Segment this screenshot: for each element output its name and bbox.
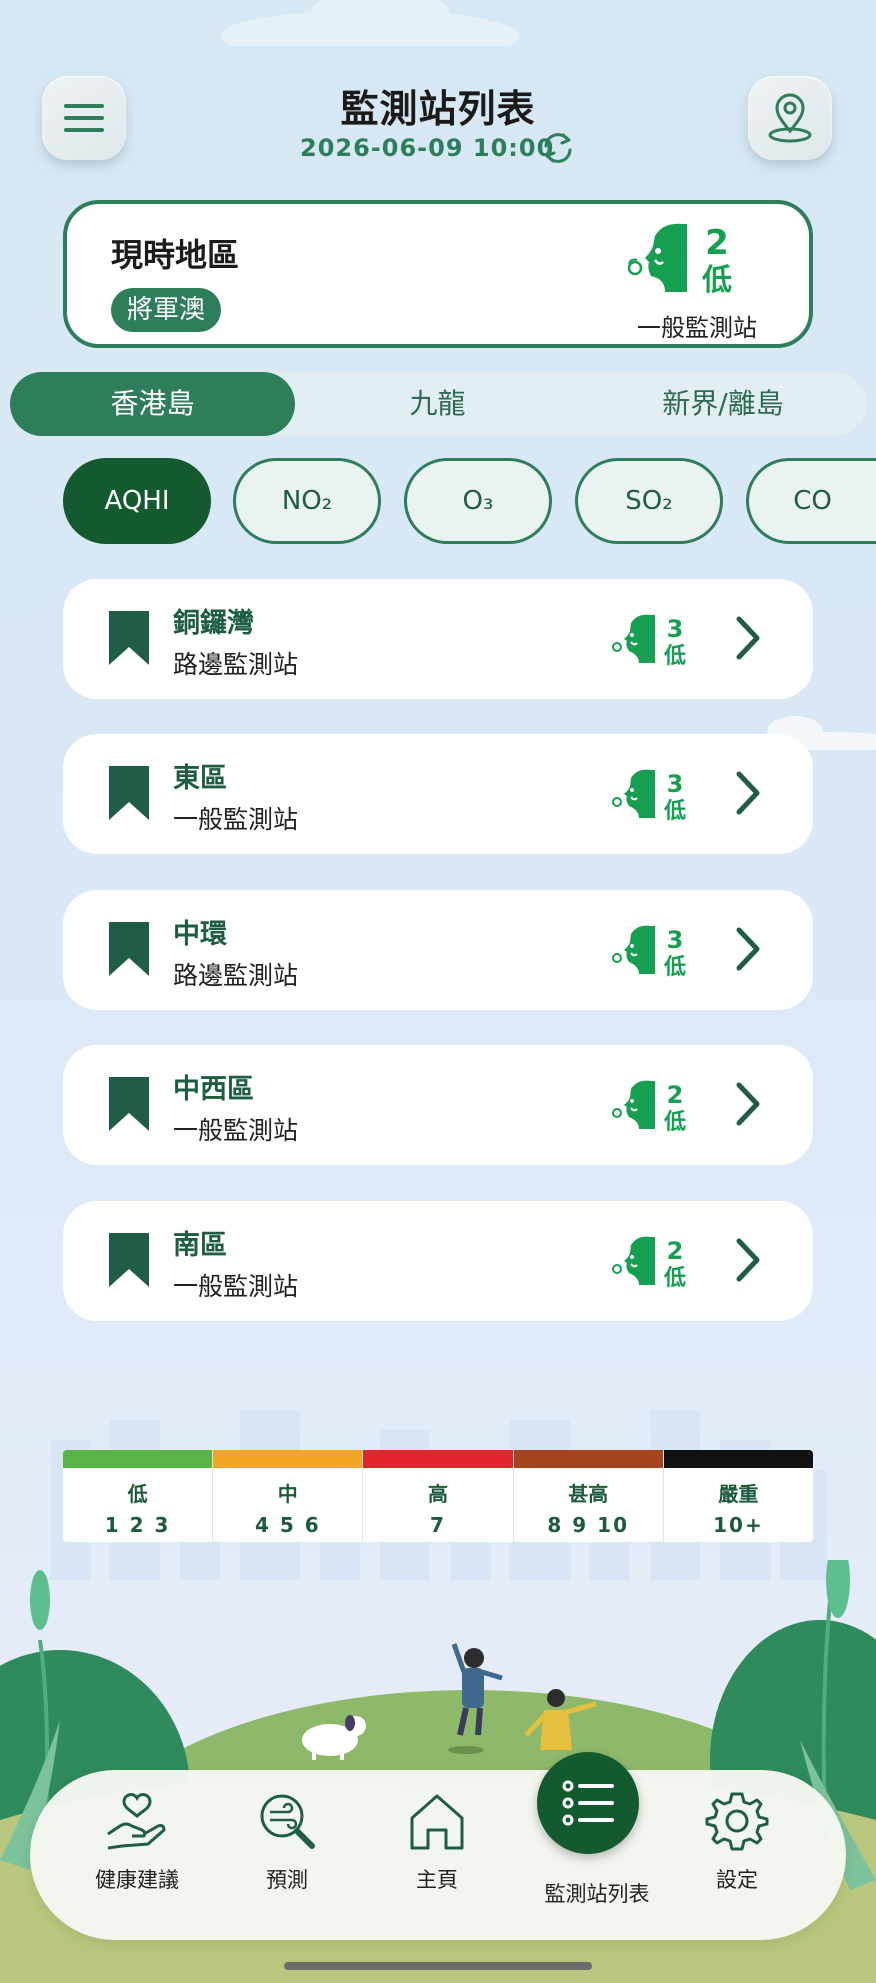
bookmark-icon[interactable]: [107, 920, 151, 978]
station-name: 中西區: [173, 1074, 254, 1105]
tab-kowloon[interactable]: 九龍: [295, 372, 580, 436]
station-name: 銅鑼灣: [173, 608, 254, 639]
chip-no2[interactable]: NO₂: [233, 458, 381, 544]
station-aqhi-level: 低: [663, 644, 686, 667]
chevron-right-icon[interactable]: [733, 615, 763, 661]
station-card[interactable]: 中西區 一般監測站 2 低: [63, 1045, 813, 1165]
district-chip: 將軍澳: [111, 288, 222, 332]
aqhi-face-icon: 2 低: [612, 1236, 686, 1289]
chevron-right-icon[interactable]: [733, 926, 763, 972]
station-aqhi-level: 低: [663, 799, 686, 822]
scale-serious: 嚴重 10+: [663, 1450, 813, 1542]
aqhi-value: 2: [705, 223, 729, 263]
forecast-search-icon: [260, 1794, 315, 1849]
current-area-card[interactable]: 現時地區 將軍澳 2 低 一般監測站: [63, 200, 813, 348]
aqhi-face-icon: 3 低: [612, 614, 686, 667]
station-aqhi-value: 3: [667, 615, 684, 643]
station-name: 中環: [173, 919, 227, 950]
bottom-nav: 健康建議 預測 主頁 監測站列表 設定: [30, 1770, 846, 1940]
chip-o3[interactable]: O₃: [404, 458, 552, 544]
station-type: 一般監測站: [173, 1272, 299, 1301]
aqhi-level: 低: [701, 263, 732, 298]
station-aqhi-value: 2: [667, 1081, 684, 1109]
bookmark-icon[interactable]: [107, 764, 151, 822]
station-card[interactable]: 銅鑼灣 路邊監測站 3 低: [63, 579, 813, 699]
station-card[interactable]: 東區 一般監測站 3 低: [63, 734, 813, 854]
nav-health-advice[interactable]: 健康建議: [72, 1790, 202, 1894]
station-name: 東區: [173, 763, 227, 794]
nav-forecast[interactable]: 預測: [222, 1790, 352, 1894]
station-aqhi-level: 低: [663, 1110, 686, 1133]
current-area-title: 現時地區: [111, 236, 240, 274]
chevron-right-icon[interactable]: [733, 1081, 763, 1127]
cloud-decoration: [220, 0, 520, 46]
station-type: 路邊監測站: [173, 961, 299, 990]
page-title: 監測站列表: [340, 87, 536, 131]
scale-low: 低 1 2 3: [63, 1450, 214, 1542]
station-type: 路邊監測站: [173, 650, 299, 679]
current-station-type: 一般監測站: [637, 314, 757, 342]
bookmark-icon[interactable]: [107, 1231, 151, 1289]
station-list-fab[interactable]: [537, 1752, 639, 1854]
station-aqhi-value: 3: [667, 926, 684, 954]
aqhi-face-icon: 2 低: [627, 223, 732, 298]
scale-high: 高 7: [363, 1450, 514, 1542]
station-aqhi-level: 低: [663, 955, 686, 978]
chip-so2[interactable]: SO₂: [575, 458, 723, 544]
tab-hong-kong-island[interactable]: 香港島: [10, 372, 295, 436]
map-pin-icon: [768, 93, 812, 143]
aqhi-scale-legend: 低 1 2 3 中 4 5 6 高 7 甚高 8 9 10 嚴重 10+: [63, 1450, 813, 1542]
station-type: 一般監測站: [173, 1116, 299, 1145]
tab-new-territories[interactable]: 新界/離島: [580, 372, 866, 436]
nav-settings[interactable]: 設定: [672, 1790, 802, 1894]
chip-aqhi[interactable]: AQHI: [63, 458, 211, 544]
station-card[interactable]: 中環 路邊監測站 3 低: [63, 890, 813, 1010]
aqhi-face-icon: 3 低: [612, 925, 686, 978]
station-type: 一般監測站: [173, 805, 299, 834]
chevron-right-icon[interactable]: [733, 1237, 763, 1283]
region-tab-bar: 香港島 九龍 新界/離島: [10, 372, 866, 436]
nav-station-list[interactable]: 監測站列表: [522, 1870, 672, 1908]
bookmark-icon[interactable]: [107, 1075, 151, 1133]
station-name: 南區: [173, 1230, 227, 1261]
station-aqhi-value: 2: [667, 1237, 684, 1265]
scale-very-high: 甚高 8 9 10: [513, 1450, 664, 1542]
chevron-right-icon[interactable]: [733, 770, 763, 816]
station-card[interactable]: 南區 一般監測站 2 低: [63, 1201, 813, 1321]
refresh-icon[interactable]: [538, 130, 578, 166]
aqhi-face-icon: 3 低: [612, 769, 686, 822]
update-time: 2026-06-09 10:00: [300, 134, 555, 162]
home-indicator[interactable]: [284, 1962, 592, 1970]
aqhi-face-icon: 2 低: [612, 1080, 686, 1133]
gear-icon: [705, 1792, 769, 1851]
bookmark-icon[interactable]: [107, 609, 151, 667]
location-button[interactable]: [748, 76, 832, 160]
chip-co[interactable]: CO: [746, 458, 876, 544]
station-aqhi-value: 3: [667, 770, 684, 798]
home-icon: [410, 1794, 464, 1850]
scale-moderate: 中 4 5 6: [213, 1450, 364, 1542]
list-icon: [562, 1780, 614, 1826]
station-aqhi-level: 低: [663, 1266, 686, 1289]
heart-hand-icon: [107, 1793, 166, 1850]
nav-home[interactable]: 主頁: [372, 1790, 502, 1894]
